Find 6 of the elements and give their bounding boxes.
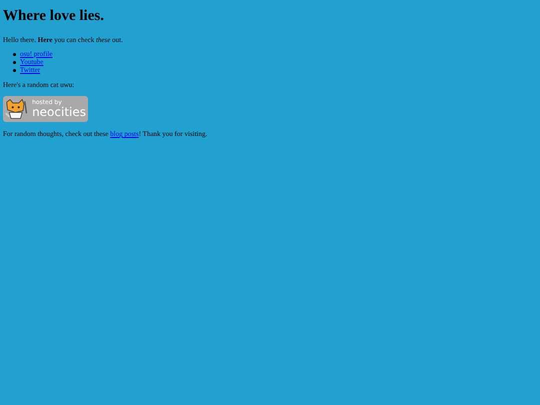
cat-icon — [5, 97, 30, 121]
bullet-icon — [13, 68, 16, 72]
bullet-icon — [13, 52, 16, 56]
badge-logo-text: neocities — [32, 106, 86, 118]
bullet-icon — [13, 60, 16, 64]
page-title: Where love lies. — [3, 8, 104, 25]
